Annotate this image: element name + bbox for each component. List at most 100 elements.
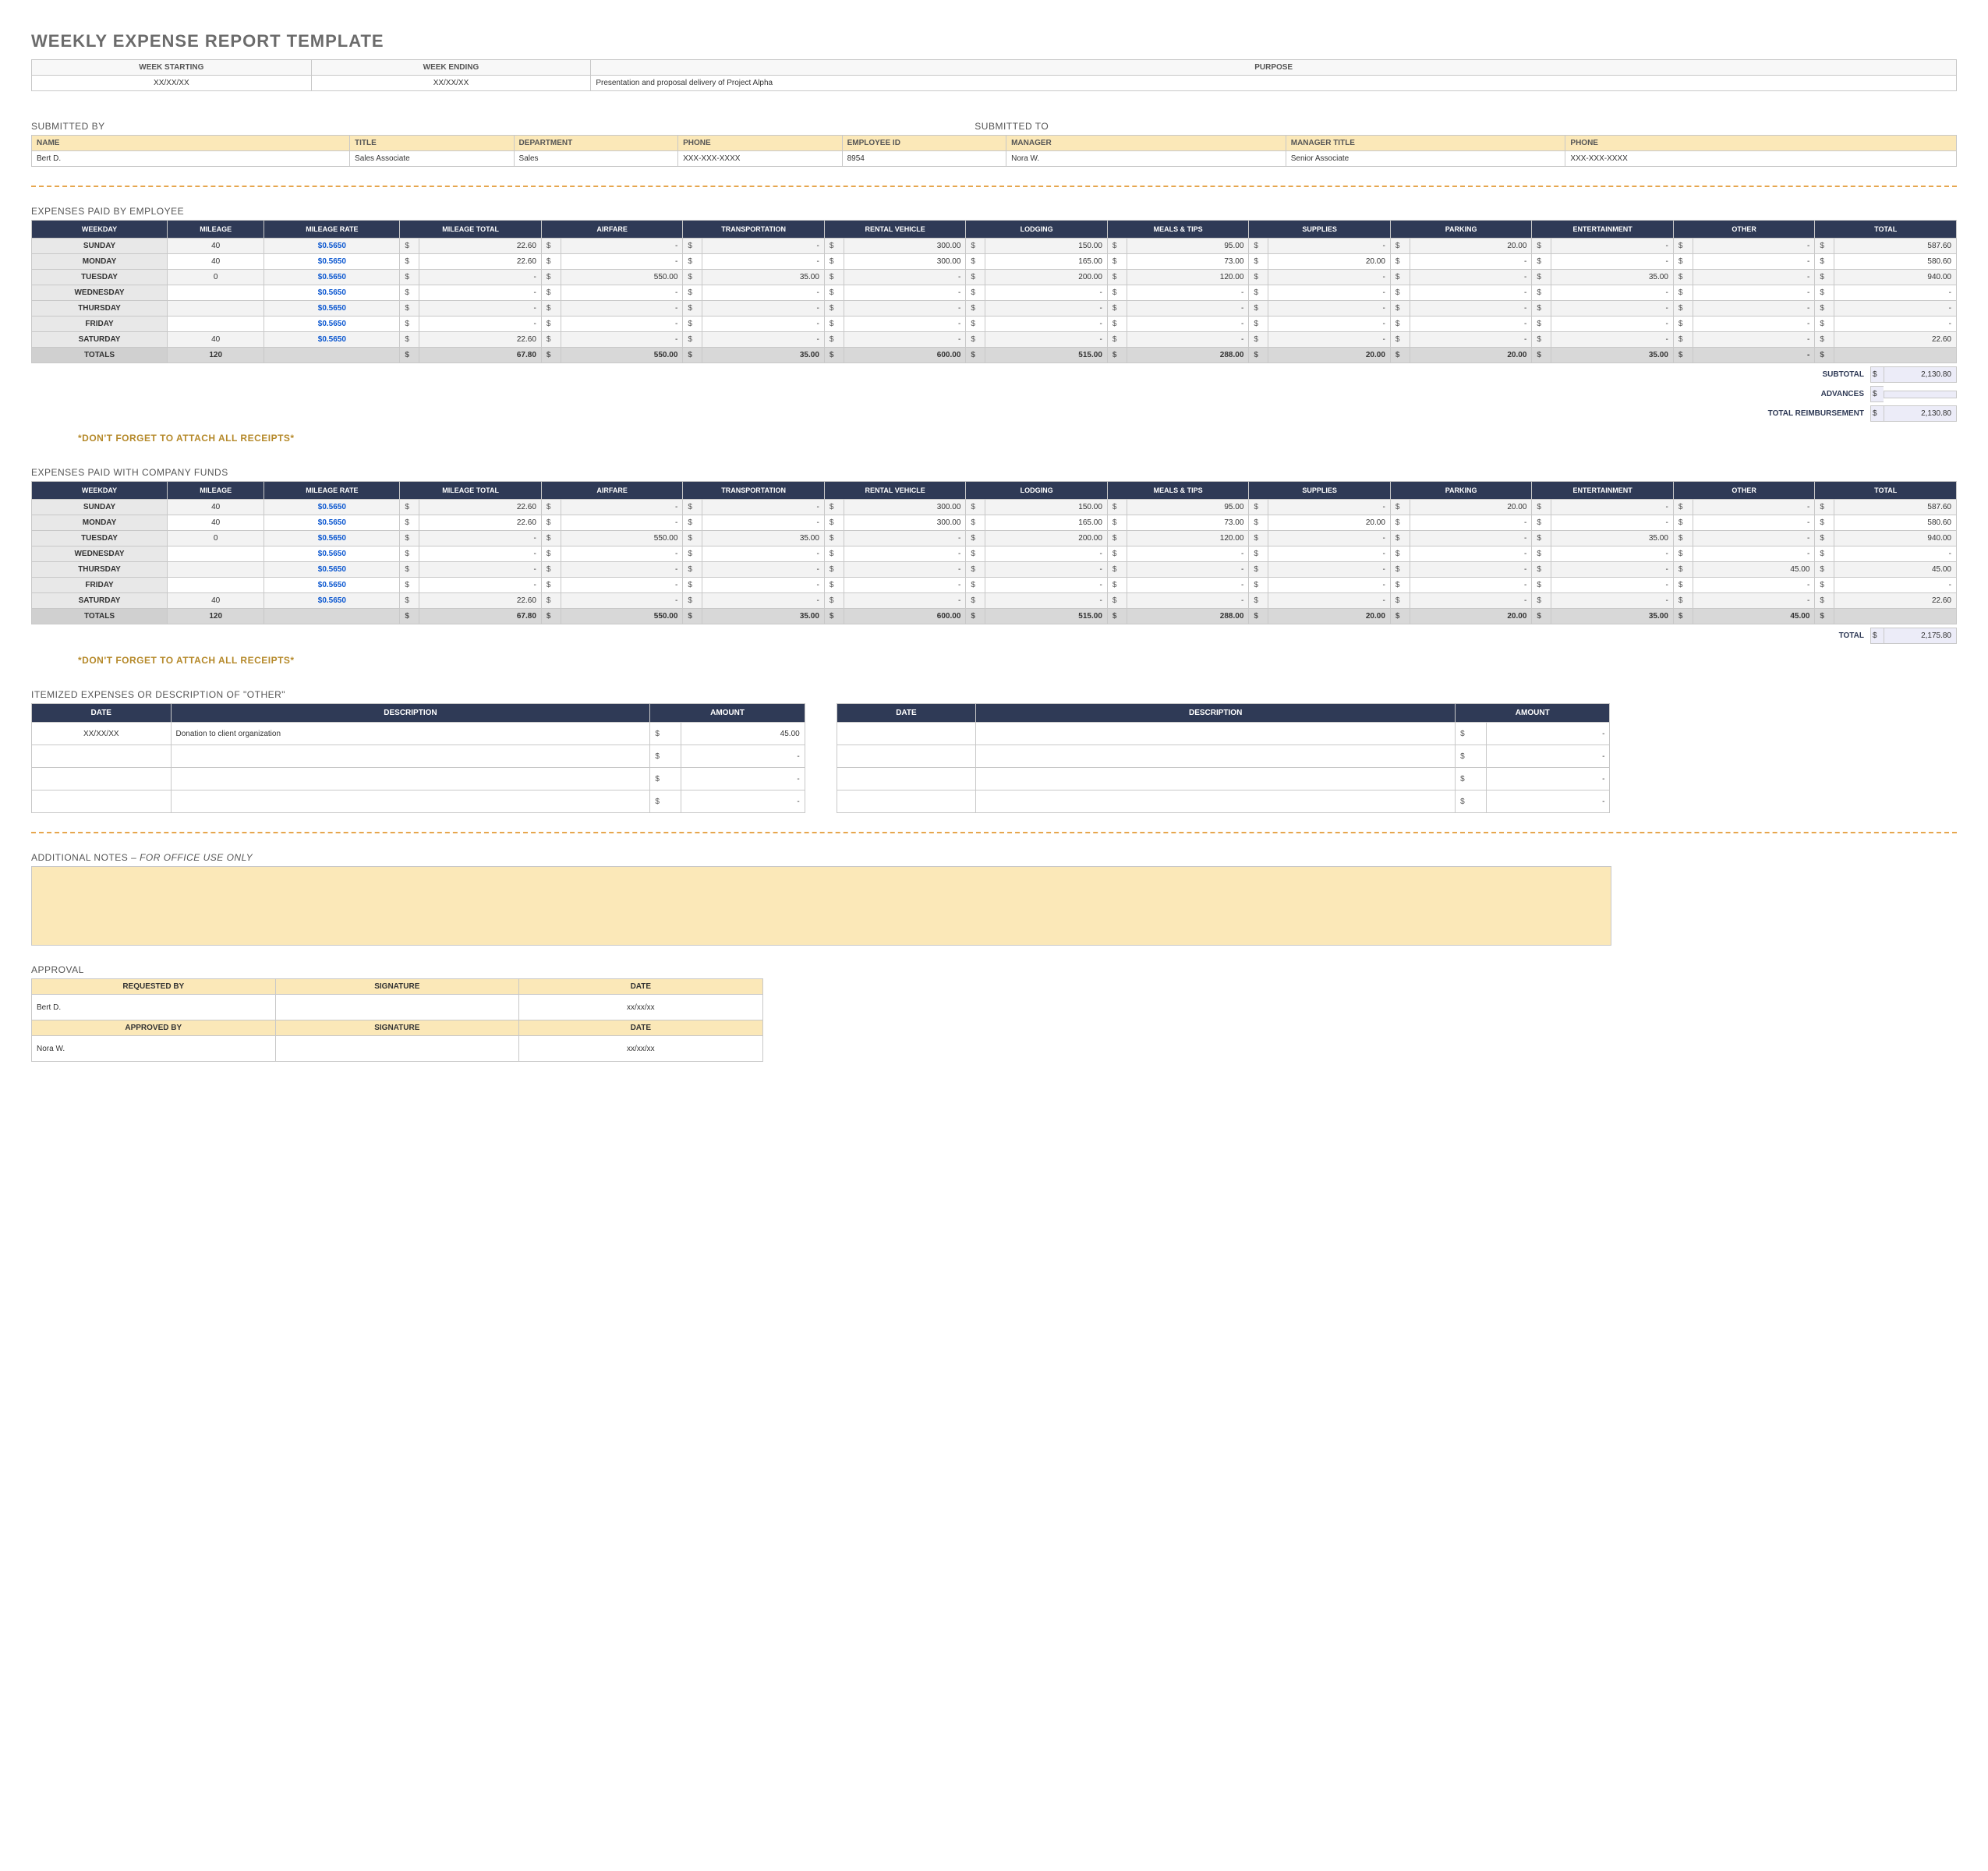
item-desc[interactable] [976, 768, 1456, 790]
amount-cell[interactable]: - [1834, 317, 1957, 332]
amount-cell[interactable]: 45.00 [1834, 562, 1957, 578]
amount-cell[interactable]: - [985, 301, 1108, 317]
amount-cell[interactable]: - [1268, 285, 1391, 301]
amount-cell[interactable]: - [1410, 285, 1532, 301]
amount-cell[interactable]: - [561, 546, 683, 562]
amount-cell[interactable]: - [1410, 546, 1532, 562]
amount-cell[interactable]: - [844, 317, 966, 332]
v-mgr[interactable]: Nora W. [1006, 151, 1286, 167]
amount-cell[interactable]: - [1410, 593, 1532, 609]
amount-cell[interactable]: 550.00 [561, 531, 683, 546]
amount-cell[interactable]: - [1410, 332, 1532, 348]
amount-cell[interactable]: - [419, 531, 542, 546]
item-amt[interactable]: - [1486, 768, 1610, 790]
amount-cell[interactable]: - [1268, 270, 1391, 285]
amount-cell[interactable]: - [702, 285, 825, 301]
item-amt[interactable]: - [681, 768, 805, 790]
amount-cell[interactable]: - [1551, 301, 1674, 317]
v-empid[interactable]: 8954 [842, 151, 1006, 167]
mileage-cell[interactable] [168, 562, 264, 578]
amount-cell[interactable]: 580.60 [1834, 254, 1957, 270]
amount-cell[interactable]: - [985, 332, 1108, 348]
v-dept[interactable]: Sales [514, 151, 678, 167]
amount-cell[interactable]: 587.60 [1834, 239, 1957, 254]
amount-cell[interactable]: - [1268, 332, 1391, 348]
amount-cell[interactable]: - [702, 254, 825, 270]
mileage-cell[interactable]: 0 [168, 531, 264, 546]
item-amt[interactable]: - [681, 745, 805, 768]
amount-cell[interactable]: - [419, 578, 542, 593]
amount-cell[interactable]: - [1693, 500, 1815, 515]
v-mgrphone[interactable]: XXX-XXX-XXXX [1565, 151, 1957, 167]
req-date[interactable]: xx/xx/xx [519, 995, 763, 1020]
amount-cell[interactable]: 580.60 [1834, 515, 1957, 531]
amount-cell[interactable]: - [1834, 546, 1957, 562]
amount-cell[interactable]: - [844, 332, 966, 348]
amount-cell[interactable]: - [844, 562, 966, 578]
amount-cell[interactable]: - [1834, 578, 1957, 593]
amount-cell[interactable]: - [561, 578, 683, 593]
amount-cell[interactable]: 120.00 [1127, 270, 1249, 285]
amount-cell[interactable]: - [1268, 239, 1391, 254]
amount-cell[interactable]: 150.00 [985, 500, 1108, 515]
amount-cell[interactable]: - [1551, 515, 1674, 531]
req-name[interactable]: Bert D. [32, 995, 276, 1020]
v-name[interactable]: Bert D. [32, 151, 350, 167]
amount-cell[interactable]: - [702, 332, 825, 348]
amount-cell[interactable]: 73.00 [1127, 254, 1249, 270]
amount-cell[interactable]: - [702, 317, 825, 332]
amount-cell[interactable]: - [1127, 593, 1249, 609]
item-desc[interactable] [976, 723, 1456, 745]
amount-cell[interactable]: - [985, 285, 1108, 301]
amount-cell[interactable]: 940.00 [1834, 531, 1957, 546]
item-desc[interactable] [976, 790, 1456, 813]
amount-cell[interactable]: - [844, 593, 966, 609]
item-date[interactable] [837, 723, 976, 745]
amount-cell[interactable]: - [844, 578, 966, 593]
amount-cell[interactable]: - [1551, 578, 1674, 593]
amount-cell[interactable]: - [985, 317, 1108, 332]
amount-cell[interactable]: 200.00 [985, 270, 1108, 285]
amount-cell[interactable]: 95.00 [1127, 239, 1249, 254]
amount-cell[interactable]: 35.00 [1551, 531, 1674, 546]
v-mgrtitle[interactable]: Senior Associate [1286, 151, 1565, 167]
amount-cell[interactable]: - [1127, 562, 1249, 578]
item-date[interactable] [32, 790, 172, 813]
amount-cell[interactable]: - [1127, 285, 1249, 301]
amount-cell[interactable]: - [1268, 531, 1391, 546]
week-start[interactable]: XX/XX/XX [32, 76, 312, 91]
amount-cell[interactable]: 22.60 [419, 332, 542, 348]
amount-cell[interactable]: 940.00 [1834, 270, 1957, 285]
amount-cell[interactable]: - [1127, 332, 1249, 348]
amount-cell[interactable]: 550.00 [561, 270, 683, 285]
amount-cell[interactable]: 95.00 [1127, 500, 1249, 515]
mileage-cell[interactable]: 40 [168, 500, 264, 515]
mileage-cell[interactable] [168, 301, 264, 317]
amount-cell[interactable]: 22.60 [419, 500, 542, 515]
amount-cell[interactable]: - [1268, 317, 1391, 332]
amount-cell[interactable]: - [702, 546, 825, 562]
amount-cell[interactable]: 22.60 [1834, 332, 1957, 348]
amount-cell[interactable]: 35.00 [702, 270, 825, 285]
amount-cell[interactable]: - [419, 317, 542, 332]
amount-cell[interactable]: - [844, 531, 966, 546]
amount-cell[interactable]: - [1268, 562, 1391, 578]
req-sig[interactable] [275, 995, 519, 1020]
mileage-cell[interactable] [168, 285, 264, 301]
amount-cell[interactable]: - [985, 562, 1108, 578]
amount-cell[interactable]: - [561, 500, 683, 515]
amount-cell[interactable]: - [561, 562, 683, 578]
amount-cell[interactable]: 587.60 [1834, 500, 1957, 515]
amount-cell[interactable]: - [844, 270, 966, 285]
amount-cell[interactable]: - [1410, 270, 1532, 285]
amount-cell[interactable]: - [561, 317, 683, 332]
amount-cell[interactable]: - [1410, 317, 1532, 332]
amount-cell[interactable]: - [985, 578, 1108, 593]
item-desc[interactable] [171, 790, 650, 813]
mileage-cell[interactable] [168, 578, 264, 593]
item-desc[interactable] [976, 745, 1456, 768]
amount-cell[interactable]: - [419, 285, 542, 301]
amount-cell[interactable]: 35.00 [702, 531, 825, 546]
amount-cell[interactable]: - [419, 562, 542, 578]
amount-cell[interactable]: 300.00 [844, 254, 966, 270]
